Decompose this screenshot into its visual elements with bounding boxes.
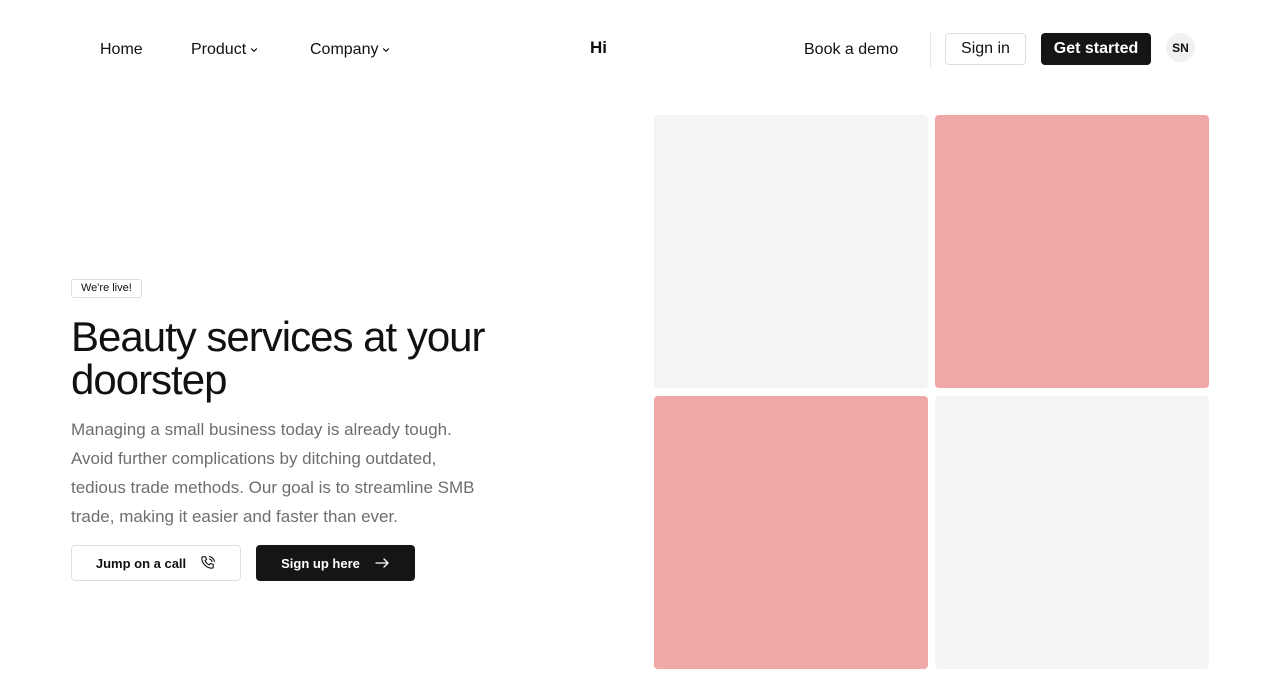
avatar[interactable]: SN bbox=[1166, 33, 1195, 62]
arrow-right-icon bbox=[375, 558, 389, 568]
book-demo-link[interactable]: Book a demo bbox=[804, 38, 898, 62]
status-badge: We're live! bbox=[71, 279, 142, 298]
nav-product[interactable]: Product bbox=[191, 38, 258, 62]
gallery-tile bbox=[935, 396, 1209, 669]
hero-description: Managing a small business today is alrea… bbox=[71, 420, 475, 526]
jump-on-call-button[interactable]: Jump on a call bbox=[71, 545, 241, 581]
sign-in-button[interactable]: Sign in bbox=[945, 33, 1026, 65]
chevron-down-icon bbox=[251, 48, 258, 52]
sign-up-label: Sign up here bbox=[281, 555, 360, 571]
nav-home-label: Home bbox=[100, 41, 143, 58]
sign-up-button[interactable]: Sign up here bbox=[256, 545, 415, 581]
hero-headline: Beauty services at your doorstep bbox=[71, 313, 486, 403]
get-started-button[interactable]: Get started bbox=[1041, 33, 1151, 65]
nav-home[interactable]: Home bbox=[100, 38, 143, 62]
gallery-tile bbox=[935, 115, 1209, 388]
chevron-down-icon bbox=[383, 48, 390, 52]
phone-icon bbox=[201, 556, 216, 569]
jump-on-call-label: Jump on a call bbox=[95, 555, 187, 571]
get-started-label: Get started bbox=[1053, 40, 1139, 57]
header-divider bbox=[930, 31, 931, 67]
nav-company-label: Company bbox=[310, 41, 379, 58]
sign-in-label: Sign in bbox=[961, 40, 1010, 57]
book-demo-label: Book a demo bbox=[804, 41, 899, 58]
brand-logo[interactable]: Hi bbox=[590, 38, 607, 58]
nav-product-label: Product bbox=[191, 41, 247, 58]
gallery-tile bbox=[654, 115, 928, 388]
gallery-tile bbox=[654, 396, 928, 669]
nav-company[interactable]: Company bbox=[310, 38, 390, 62]
